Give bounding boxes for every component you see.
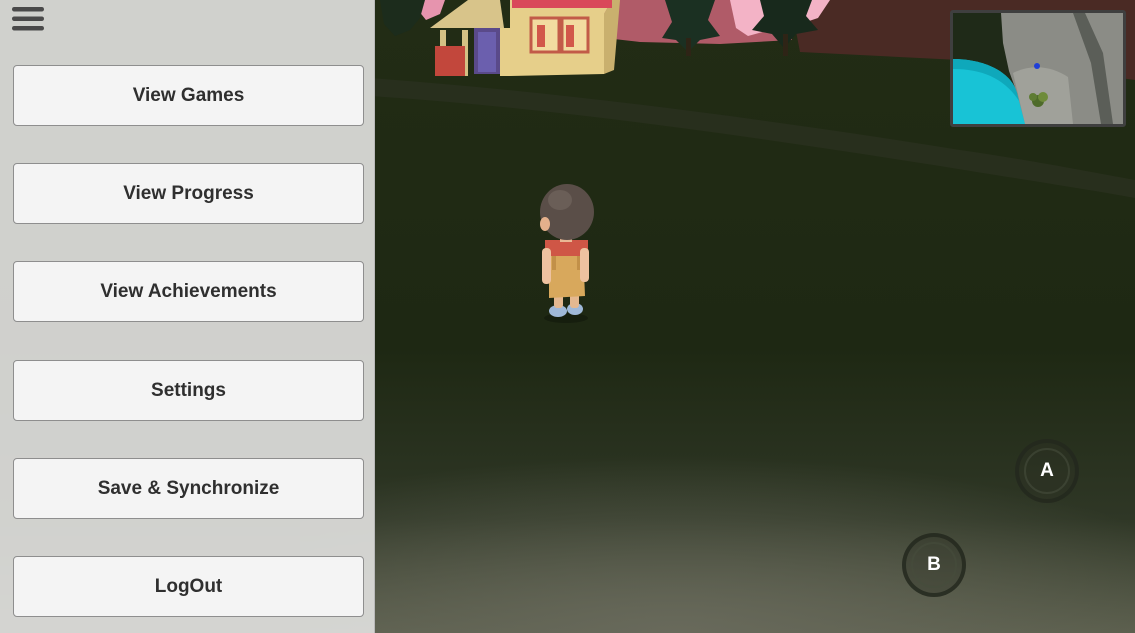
action-b-button[interactable]: B bbox=[902, 533, 966, 597]
view-progress-label: View Progress bbox=[123, 182, 254, 204]
view-games-label: View Games bbox=[132, 84, 245, 106]
action-a-label: A bbox=[1040, 460, 1054, 481]
side-menu-panel: View Games View Progress View Achievemen… bbox=[0, 0, 375, 633]
settings-button[interactable]: Settings bbox=[13, 360, 364, 421]
action-a-button[interactable]: A bbox=[1015, 439, 1079, 503]
logout-button[interactable]: LogOut bbox=[13, 556, 364, 617]
view-achievements-label: View Achievements bbox=[100, 280, 277, 302]
settings-label: Settings bbox=[151, 379, 226, 401]
action-b-label: B bbox=[927, 554, 941, 575]
view-achievements-button[interactable]: View Achievements bbox=[13, 261, 364, 322]
save-synchronize-button[interactable]: Save & Synchronize bbox=[13, 458, 364, 519]
game-screen: A B View Games View Progress View Achiev… bbox=[0, 0, 1135, 633]
save-synchronize-label: Save & Synchronize bbox=[97, 477, 280, 499]
ground-fog bbox=[300, 380, 1135, 633]
hamburger-menu-icon bbox=[12, 7, 44, 31]
minimap-player-marker-icon bbox=[1034, 63, 1040, 69]
minimap-terrain bbox=[953, 13, 1123, 124]
view-progress-button[interactable]: View Progress bbox=[13, 163, 364, 224]
logout-label: LogOut bbox=[154, 575, 223, 597]
tree-trunk bbox=[686, 38, 691, 56]
minimap[interactable] bbox=[950, 10, 1126, 127]
menu-toggle-button[interactable] bbox=[10, 4, 46, 34]
tree-trunk bbox=[783, 34, 788, 56]
view-games-button[interactable]: View Games bbox=[13, 65, 364, 126]
